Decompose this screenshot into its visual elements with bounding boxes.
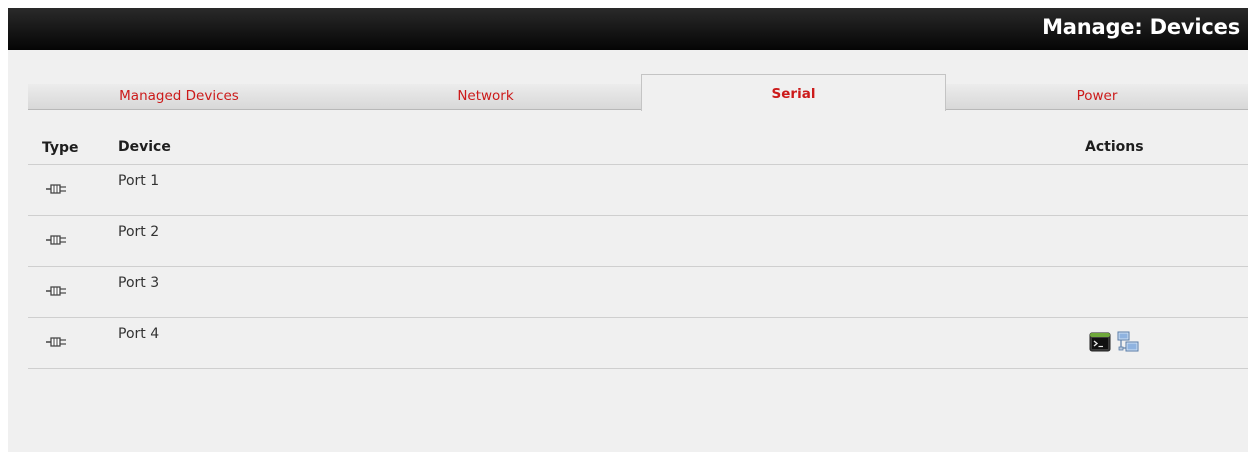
devices-table: Type Device Actions Port 1 Port 2 Port 3… xyxy=(28,136,1248,369)
device-name[interactable]: Port 4 xyxy=(118,326,159,342)
column-header-device: Device xyxy=(118,139,171,155)
row-actions xyxy=(1089,331,1141,355)
table-row: Port 3 xyxy=(28,267,1248,318)
page-title: Manage: Devices xyxy=(1042,15,1240,39)
device-name[interactable]: Port 1 xyxy=(118,173,159,189)
serial-connector-icon xyxy=(46,285,70,297)
tab-serial[interactable]: Serial xyxy=(641,74,946,111)
serial-connector-icon xyxy=(46,234,70,246)
network-connect-icon[interactable] xyxy=(1117,331,1139,353)
table-row: Port 1 xyxy=(28,165,1248,216)
serial-connector-icon xyxy=(46,183,70,195)
table-row: Port 4 xyxy=(28,318,1248,369)
terminal-icon[interactable] xyxy=(1089,331,1111,353)
table-header: Type Device Actions xyxy=(28,136,1248,165)
device-name[interactable]: Port 3 xyxy=(118,275,159,291)
tab-managed-devices[interactable]: Managed Devices xyxy=(28,84,330,110)
serial-connector-icon xyxy=(46,336,70,348)
tab-power[interactable]: Power xyxy=(946,84,1248,110)
manage-devices-panel: Manage: Devices Managed Devices Network … xyxy=(8,8,1248,452)
device-name[interactable]: Port 2 xyxy=(118,224,159,240)
title-bar: Manage: Devices xyxy=(8,8,1248,50)
table-row: Port 2 xyxy=(28,216,1248,267)
column-header-type: Type xyxy=(42,140,79,156)
tab-network[interactable]: Network xyxy=(330,84,641,110)
tab-bar: Managed Devices Network Serial Power xyxy=(28,74,1248,111)
column-header-actions: Actions xyxy=(1085,139,1144,155)
